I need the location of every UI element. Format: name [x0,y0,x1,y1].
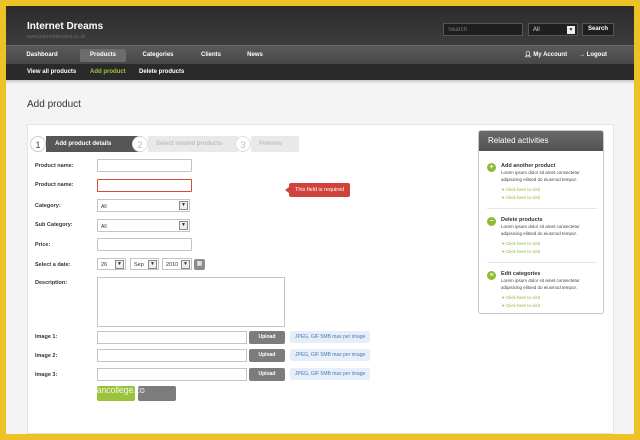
related-title-edit-categories[interactable]: Edit categories [501,271,540,277]
subnav-add-product[interactable]: Add product [90,67,126,77]
date-label: Select a date: [35,262,71,268]
related-desc-add-product: Lorem ipsum dolor sit amet consectetur a… [501,170,580,182]
search-scope-select[interactable]: All ▼ [528,23,578,36]
price-label: Price: [35,242,51,248]
logout-label: Logout [586,52,607,58]
link-label: Click here to visit [506,303,541,308]
search-scope-value: All [533,27,540,33]
date-year-value: 2010 [166,262,179,268]
related-link-add-product-2[interactable]: ➜ Click here to visit [501,195,540,201]
user-icon: 👤︎ [524,52,534,58]
image-3-label: Image 3: [35,372,58,378]
link-label: Click here to visit [506,295,541,300]
price-input[interactable] [97,238,192,251]
my-account-label: My Account [533,52,568,58]
sub-category-select[interactable]: All ▼ [97,219,190,232]
related-link-delete-products-2[interactable]: ➜ Click here to visit [501,249,540,255]
date-day-value: 26 [101,262,108,268]
watermark-text: www.freechristiancollege.co [39,385,145,395]
plus-icon: + [487,163,496,172]
category-value: All [101,204,107,210]
category-label: Category: [35,203,61,209]
search-input[interactable] [443,23,523,36]
related-activities-panel: Related activities + Add another product… [478,130,604,314]
divider [487,262,597,263]
product-name-2-input[interactable] [97,179,192,192]
page-title: Add product [27,99,81,110]
chevron-down-icon: ▼ [181,260,190,269]
image-1-upload-button[interactable]: Upload [249,331,285,344]
related-link-add-product-1[interactable]: ➜ Click here to visit [501,187,540,193]
image-1-label: Image 1: [35,334,58,340]
calendar-icon[interactable]: ▦ [194,259,205,270]
nav-item-news[interactable]: News [240,49,270,62]
related-desc-edit-categories: Lorem ipsum dolor sit amet consectetur a… [501,278,580,290]
image-1-hint: JPEG, GIF 5MB max per image [290,331,371,343]
arrow-right-icon: → [579,52,587,58]
nav-item-products[interactable]: Products [80,49,126,62]
image-2-file-input[interactable] [97,349,247,362]
image-3-upload-button[interactable]: Upload [249,368,285,381]
search-button[interactable]: Search [582,23,614,36]
step-3-number: 3 [235,136,251,152]
step-1-label[interactable]: Add product details [46,136,142,152]
date-day-select[interactable]: 26 ▼ [97,258,126,270]
product-name-label: Product name: [35,163,74,169]
chevron-down-icon: ▼ [179,201,188,210]
logo[interactable]: Internet Dreams [27,21,103,32]
main-nav: Dashboard Products Categories Clients Ne… [6,45,634,64]
related-title-add-product[interactable]: Add another product [501,163,555,169]
chevron-down-icon: ▼ [567,26,575,34]
list-icon: ≡ [487,271,496,280]
image-1-file-input[interactable] [97,331,247,344]
nav-item-dashboard[interactable]: Dashboard [20,49,64,62]
product-name-input[interactable] [97,159,192,172]
link-label: Click here to visit [506,241,541,246]
chevron-down-icon: ▼ [115,260,124,269]
subnav-delete-products[interactable]: Delete products [139,67,184,77]
sub-nav: View all products Add product Delete pro… [6,64,634,80]
link-label: Click here to visit [506,249,541,254]
tagline: www.internetdreams.co.uk [27,34,86,40]
related-link-delete-products-1[interactable]: ➜ Click here to visit [501,241,540,247]
image-2-hint: JPEG, GIF 5MB max per image [290,349,371,361]
link-label: Click here to visit [506,187,541,192]
image-3-file-input[interactable] [97,368,247,381]
category-select[interactable]: All ▼ [97,199,190,212]
step-2-label[interactable]: Select related products [148,136,238,152]
step-2-number: 2 [132,136,148,152]
related-link-edit-categories-1[interactable]: ➜ Click here to visit [501,295,540,301]
header: Internet Dreams www.internetdreams.co.uk… [6,6,634,45]
chevron-down-icon: ▼ [148,260,157,269]
app-frame: Internet Dreams www.internetdreams.co.uk… [6,6,634,434]
error-tooltip: This field is required [284,183,351,197]
chevron-down-icon: ▼ [179,221,188,230]
my-account-link[interactable]: 👤︎ My Account [524,49,567,62]
related-link-edit-categories-2[interactable]: ➜ Click here to visit [501,303,540,309]
step-3-label[interactable]: Preview [251,136,299,152]
image-2-label: Image 2: [35,353,58,359]
date-year-select[interactable]: 2010 ▼ [162,258,192,270]
minus-icon: − [487,217,496,226]
step-1-number: 1 [30,136,46,152]
nav-item-clients[interactable]: Clients [193,49,229,62]
related-title-delete-products[interactable]: Delete products [501,217,543,223]
sub-category-label: Sub Category: [35,222,73,228]
nav-shadow [6,80,634,84]
related-activities-title: Related activities [479,131,603,151]
nav-item-categories[interactable]: Categories [134,49,182,62]
image-3-hint: JPEG, GIF 5MB max per image [290,368,371,380]
description-textarea[interactable] [97,277,285,327]
sub-category-value: All [101,224,107,230]
image-2-upload-button[interactable]: Upload [249,349,285,362]
related-desc-delete-products: Lorem ipsum dolor sit amet consectetur a… [501,224,580,236]
product-name-2-label: Product name: [35,182,74,188]
divider [487,208,597,209]
date-month-select[interactable]: Sep ▼ [130,258,159,270]
logout-link[interactable]: → Logout [579,49,607,62]
link-label: Click here to visit [506,195,541,200]
description-label: Description: [35,280,68,286]
date-month-value: Sep [134,262,144,268]
subnav-view-all-products[interactable]: View all products [27,67,76,77]
